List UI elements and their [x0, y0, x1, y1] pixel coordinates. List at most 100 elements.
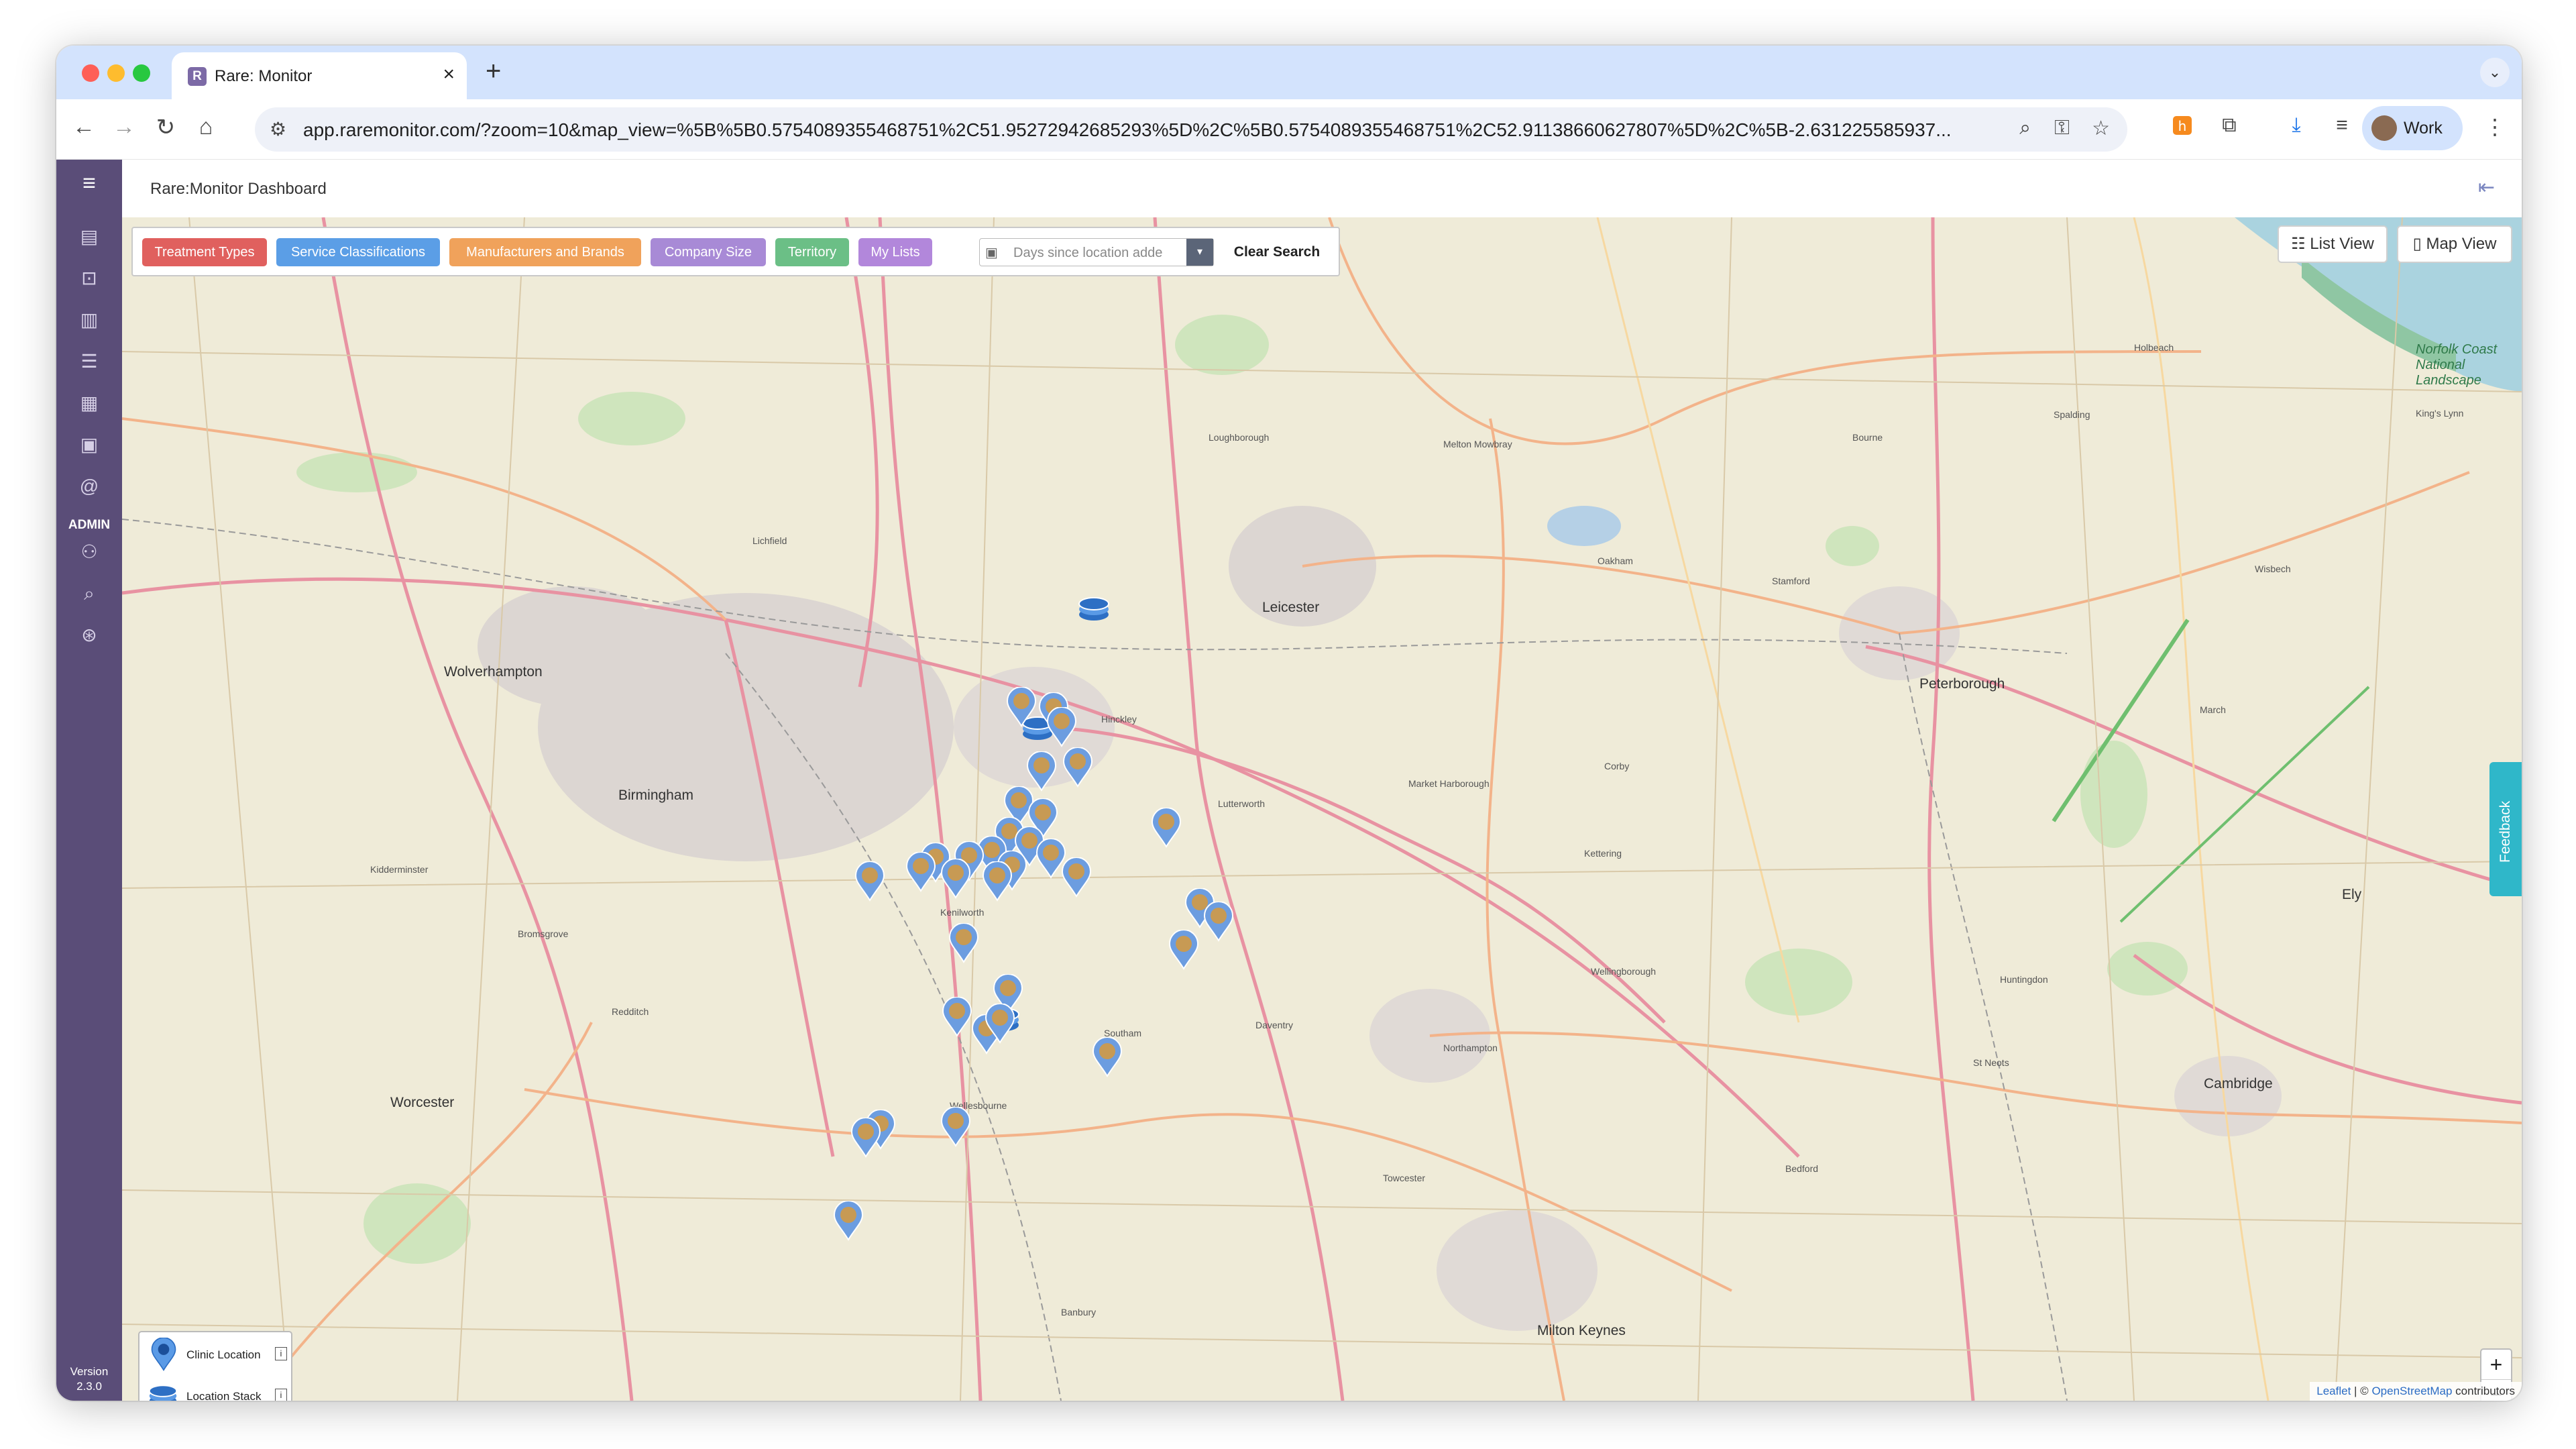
- home-icon[interactable]: ⌂: [190, 114, 221, 140]
- profile-label: Work: [2404, 119, 2443, 138]
- extension-icon[interactable]: h: [2169, 114, 2196, 141]
- users-icon[interactable]: ⚇: [76, 539, 102, 565]
- url-text[interactable]: app.raremonitor.com/?zoom=10&map_view=%5…: [303, 119, 1980, 141]
- minimize-window-button[interactable]: [107, 64, 125, 82]
- location-stack-marker[interactable]: [1077, 594, 1111, 623]
- new-tab-icon[interactable]: +: [486, 56, 501, 87]
- search-icon[interactable]: ⌕: [76, 581, 102, 606]
- legend-stack-label: Location Stack: [186, 1390, 262, 1401]
- manufacturers-brands-filter-button[interactable]: Manufacturers and Brands: [449, 238, 641, 266]
- zoom-in-button[interactable]: +: [2481, 1350, 2511, 1380]
- reload-icon[interactable]: ↻: [150, 114, 181, 141]
- clinic-location-pin[interactable]: [905, 852, 936, 892]
- my-lists-filter-button[interactable]: My Lists: [858, 238, 932, 266]
- bookmark-star-icon[interactable]: ☆: [2092, 117, 2110, 140]
- map-label-kettering: Kettering: [1584, 848, 1622, 859]
- dashboard-icon[interactable]: ▤: [76, 224, 102, 250]
- map-tiles: [122, 217, 2522, 1401]
- hamburger-menu-icon[interactable]: ≡: [76, 170, 102, 196]
- tag-icon[interactable]: ⊛: [76, 623, 102, 648]
- close-window-button[interactable]: [82, 64, 99, 82]
- clinic-location-pin[interactable]: [982, 861, 1013, 902]
- clinic-location-pin[interactable]: [1203, 902, 1234, 942]
- map-label-redditch: Redditch: [612, 1006, 649, 1017]
- days-since-added-select[interactable]: ▣ Days since location adde ▾: [979, 238, 1214, 266]
- map-label-kidderminster: Kidderminster: [370, 864, 429, 875]
- map-label-towcester: Towcester: [1383, 1173, 1426, 1183]
- list-icon[interactable]: ☰: [76, 349, 102, 374]
- browser-tab[interactable]: R Rare: Monitor ×: [172, 52, 467, 99]
- forward-icon[interactable]: →: [109, 114, 139, 140]
- map-label-st-neots: St Neots: [1973, 1057, 2009, 1068]
- password-key-icon[interactable]: ⚿: [2054, 117, 2070, 140]
- clinic-location-pin[interactable]: [948, 923, 979, 963]
- close-tab-icon[interactable]: ×: [443, 63, 455, 86]
- map-label-lutterworth: Lutterworth: [1218, 798, 1266, 809]
- map-label-northampton: Northampton: [1443, 1042, 1498, 1053]
- map-label-march: March: [2200, 704, 2226, 715]
- clinic-location-pin[interactable]: [942, 997, 972, 1037]
- tab-search-chevron-icon[interactable]: ⌄: [2480, 58, 2510, 87]
- map-label-kenilworth: Kenilworth: [940, 907, 985, 918]
- at-sign-icon[interactable]: @: [76, 474, 102, 499]
- clinic-location-pin[interactable]: [833, 1201, 864, 1241]
- clinic-location-pin[interactable]: [1092, 1037, 1123, 1077]
- map-icon: ▯: [2412, 235, 2426, 253]
- map-container[interactable]: Birmingham Wolverhampton Leicester Peter…: [122, 217, 2522, 1401]
- clinic-location-pin[interactable]: [1062, 747, 1093, 788]
- clinic-location-pin[interactable]: [940, 1107, 971, 1147]
- info-icon[interactable]: i: [275, 1389, 287, 1401]
- map-label-huntingdon: Huntingdon: [2000, 974, 2048, 985]
- clinic-pin-icon: [151, 1338, 176, 1371]
- book-icon[interactable]: ▣: [76, 432, 102, 458]
- address-bar[interactable]: ⚙ app.raremonitor.com/?zoom=10&map_view=…: [255, 107, 2127, 152]
- logout-icon[interactable]: ⇤: [2478, 176, 2495, 199]
- dropdown-arrow-icon[interactable]: ▾: [1186, 239, 1213, 266]
- bar-chart-icon[interactable]: ▥: [76, 307, 102, 333]
- treatment-types-filter-button[interactable]: Treatment Types: [142, 238, 267, 266]
- clinic-location-pin[interactable]: [1046, 707, 1077, 747]
- download-icon[interactable]: ⤓: [2283, 114, 2310, 141]
- map-view-button[interactable]: ▯ Map View: [2397, 225, 2512, 263]
- clinic-location-pin[interactable]: [1061, 857, 1092, 898]
- leaflet-link[interactable]: Leaflet: [2316, 1385, 2351, 1397]
- site-settings-icon[interactable]: ⚙: [270, 118, 286, 140]
- map-label-worcester: Worcester: [390, 1095, 455, 1110]
- clinic-location-pin[interactable]: [985, 1004, 1015, 1044]
- maximize-window-button[interactable]: [133, 64, 150, 82]
- territory-filter-button[interactable]: Territory: [775, 238, 849, 266]
- clinic-location-pin[interactable]: [1168, 930, 1199, 970]
- map-attribution: Leaflet | © OpenStreetMap contributors: [2310, 1382, 2522, 1401]
- clinic-location-pin[interactable]: [850, 1118, 881, 1158]
- extensions-puzzle-icon[interactable]: ⧉: [2216, 114, 2243, 141]
- feedback-tab[interactable]: Feedback: [2489, 762, 2522, 896]
- map-label-wisbech: Wisbech: [2255, 564, 2291, 574]
- osm-link[interactable]: OpenStreetMap: [2371, 1385, 2452, 1397]
- page-title: Rare:Monitor Dashboard: [150, 180, 327, 198]
- clinic-location-pin[interactable]: [1151, 808, 1182, 848]
- report-icon[interactable]: ▦: [76, 390, 102, 416]
- company-size-filter-button[interactable]: Company Size: [651, 238, 766, 266]
- map-label-spalding: Spalding: [2054, 409, 2090, 420]
- reading-list-icon[interactable]: ≡: [2329, 114, 2355, 141]
- clear-search-button[interactable]: Clear Search: [1223, 238, 1331, 266]
- back-icon[interactable]: ←: [68, 114, 99, 140]
- version-label: Version: [70, 1365, 109, 1378]
- avatar: [2371, 115, 2397, 141]
- map-label-daventry: Daventry: [1255, 1020, 1294, 1030]
- clinic-location-pin[interactable]: [1026, 751, 1057, 792]
- list-view-button[interactable]: ☷ List View: [2278, 225, 2388, 263]
- service-classifications-filter-button[interactable]: Service Classifications: [276, 238, 440, 266]
- search-document-icon[interactable]: ⊡: [76, 266, 102, 291]
- admin-label: ADMIN: [68, 518, 111, 532]
- profile-button[interactable]: Work: [2362, 106, 2463, 150]
- map-label-holbeach: Holbeach: [2134, 342, 2174, 353]
- clinic-location-pin[interactable]: [1006, 687, 1037, 727]
- browser-menu-icon[interactable]: ⋮: [2484, 114, 2506, 140]
- version-number: 2.3.0: [76, 1380, 102, 1393]
- info-icon[interactable]: i: [275, 1347, 287, 1360]
- clinic-location-pin[interactable]: [940, 859, 971, 899]
- zoom-icon[interactable]: ⌕: [2019, 117, 2031, 140]
- browser-toolbar: ← → ↻ ⌂ ⚙ app.raremonitor.com/?zoom=10&m…: [56, 99, 2522, 160]
- clinic-location-pin[interactable]: [854, 861, 885, 902]
